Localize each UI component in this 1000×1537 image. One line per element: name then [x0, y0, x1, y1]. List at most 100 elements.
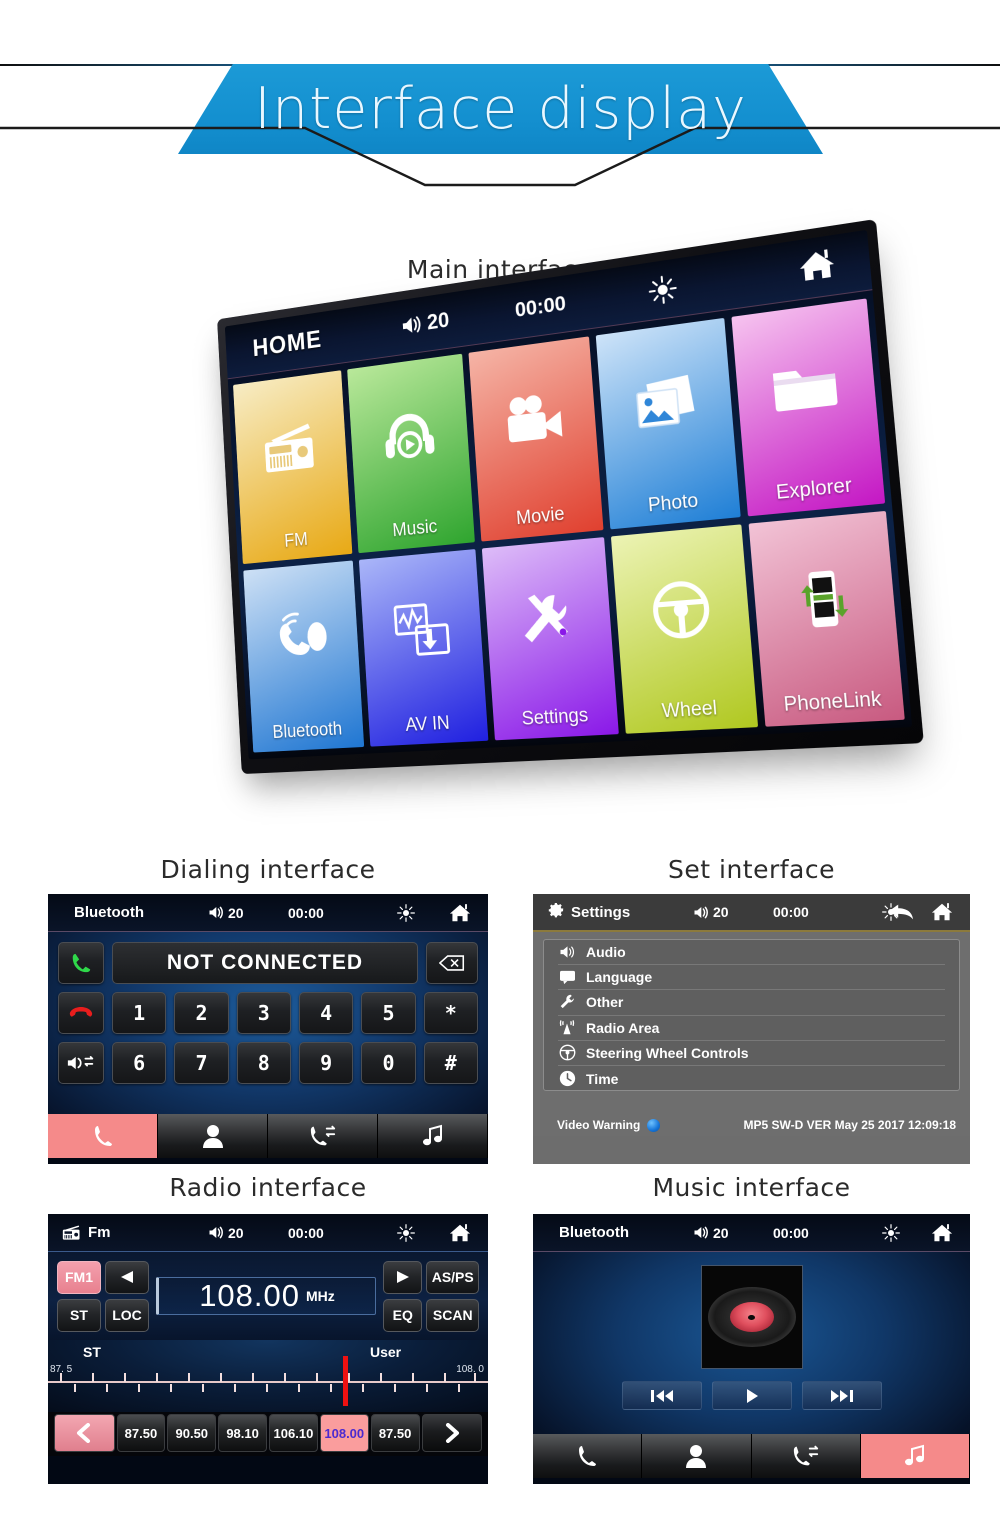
radio-loc-button[interactable]: LOC [105, 1298, 149, 1332]
home-icon[interactable] [930, 1222, 954, 1244]
tile-music[interactable]: Music [347, 353, 475, 553]
nav-contacts[interactable] [158, 1114, 268, 1158]
answer-call-icon[interactable] [58, 942, 104, 984]
dial-key[interactable]: 9 [298, 1042, 354, 1084]
settings-item-radio-area[interactable]: Radio Area [558, 1016, 945, 1041]
settings-interface-panel: Settings 20 00:00 Audio Language Other R… [533, 894, 970, 1164]
dialing-volume-indicator[interactable]: 20 [208, 905, 244, 921]
next-track-icon[interactable] [801, 1381, 882, 1410]
tile-phonelink[interactable]: PhoneLink [748, 510, 905, 727]
radio-preset-button[interactable]: 87.50 [116, 1414, 166, 1452]
banner-title: Interface display [254, 76, 747, 142]
settings-item-steering-wheel-controls[interactable]: Steering Wheel Controls [558, 1041, 945, 1066]
audio-transfer-icon[interactable] [58, 1042, 104, 1084]
dial-key[interactable]: 2 [174, 992, 229, 1034]
firmware-version: MP5 SW-D VER May 25 2017 12:09:18 [743, 1118, 956, 1132]
home-icon[interactable] [448, 1222, 472, 1244]
back-arrow-icon[interactable] [888, 902, 914, 922]
settings-item-audio[interactable]: Audio [558, 940, 945, 966]
radio-scan-button[interactable]: SCAN [426, 1298, 479, 1332]
radio-preset-button[interactable]: 90.50 [167, 1414, 217, 1452]
dial-key[interactable]: 6 [112, 1042, 167, 1084]
tile-label: Wheel [661, 697, 718, 723]
radio-tune-down-button[interactable] [105, 1260, 149, 1294]
page-banner: Interface display [0, 0, 1000, 200]
dial-key[interactable]: 4 [298, 992, 354, 1034]
nav-dialpad[interactable] [48, 1114, 158, 1158]
home-icon[interactable] [448, 902, 472, 924]
brightness-icon[interactable] [881, 1223, 901, 1243]
radio-preset-button[interactable]: 87.50 [370, 1414, 420, 1452]
settings-item-other[interactable]: Other [558, 990, 945, 1016]
camcorder-icon [470, 363, 599, 477]
radio-preset-bar: 87.50 90.50 98.10 106.10 108.00 87.50 [48, 1412, 488, 1456]
dialing-interface-panel: Bluetooth 20 00:00 NOT CONNECTED 1 2 3 4… [48, 894, 488, 1164]
radio-st-button[interactable]: ST [57, 1298, 101, 1332]
radio-frequency-scale[interactable]: ST User 87. 5 108. 0 [48, 1340, 488, 1412]
radio-preset-prev-button[interactable] [54, 1414, 115, 1452]
radio-stereo-indicator: ST [83, 1344, 101, 1360]
dial-key[interactable]: 0 [361, 1042, 416, 1084]
radio-tuning-cursor[interactable] [342, 1356, 348, 1406]
main-volume-indicator[interactable]: 20 [400, 307, 450, 339]
nav-dialpad[interactable] [533, 1434, 643, 1478]
settings-item-time[interactable]: Time [558, 1066, 945, 1091]
dialing-number-display[interactable]: NOT CONNECTED [112, 942, 418, 984]
radio-eq-button[interactable]: EQ [383, 1298, 423, 1332]
tile-label: Settings [521, 704, 589, 730]
radio-tune-up-button[interactable] [383, 1260, 423, 1294]
settings-volume-indicator[interactable]: 20 [693, 904, 729, 920]
nav-call-history[interactable] [268, 1114, 378, 1158]
nav-music[interactable] [378, 1114, 488, 1158]
tile-wheel[interactable]: Wheel [611, 523, 758, 734]
music-topbar: Bluetooth 20 00:00 [533, 1214, 970, 1252]
brightness-icon[interactable] [647, 273, 679, 307]
tile-label: AV IN [404, 712, 451, 736]
brightness-icon[interactable] [396, 1223, 416, 1243]
music-volume-indicator[interactable]: 20 [693, 1225, 729, 1241]
prev-track-icon[interactable] [621, 1381, 702, 1410]
radio-band-button[interactable]: FM1 [57, 1260, 101, 1294]
radio-preset-button-selected[interactable]: 108.00 [319, 1414, 369, 1452]
dial-key[interactable]: 5 [361, 992, 416, 1034]
nav-contacts[interactable] [642, 1434, 752, 1478]
speaker-icon [558, 945, 576, 959]
dial-key[interactable]: 8 [236, 1042, 291, 1084]
settings-item-language[interactable]: Language [558, 965, 945, 991]
home-icon[interactable] [795, 245, 838, 286]
radio-asps-button[interactable]: AS/PS [426, 1260, 479, 1294]
dialing-topbar: Bluetooth 20 00:00 [48, 894, 488, 932]
radio-left-controls: FM1 ST LOC [57, 1260, 149, 1332]
home-icon[interactable] [930, 901, 954, 923]
dial-key[interactable]: 1 [112, 992, 167, 1034]
tile-settings[interactable]: Settings [481, 536, 620, 741]
bt-phone-icon [245, 586, 361, 690]
radio-preset-button[interactable]: 98.10 [218, 1414, 268, 1452]
tile-fm[interactable]: FM [233, 370, 353, 564]
video-warning-toggle-icon[interactable] [647, 1118, 661, 1132]
radio-volume-indicator[interactable]: 20 [208, 1225, 244, 1241]
play-icon[interactable] [711, 1381, 792, 1410]
video-warning-label: Video Warning [557, 1118, 641, 1132]
dial-key[interactable]: # [423, 1042, 478, 1084]
radio-preset-button[interactable]: 106.10 [269, 1414, 318, 1452]
nav-call-history[interactable] [751, 1434, 861, 1478]
tile-avin[interactable]: AV IN [359, 548, 489, 747]
video-warning-group[interactable]: Video Warning [557, 1118, 661, 1132]
tile-explorer[interactable]: Explorer [731, 298, 886, 516]
tile-photo[interactable]: Photo [595, 317, 741, 529]
dial-key[interactable]: 3 [236, 992, 291, 1034]
nav-music[interactable] [860, 1434, 970, 1478]
tile-movie[interactable]: Movie [468, 336, 604, 542]
end-call-icon[interactable] [58, 992, 104, 1034]
tile-bluetooth[interactable]: Bluetooth [243, 559, 365, 753]
backspace-icon[interactable] [426, 942, 478, 984]
caption-set-interface: Set interface [668, 855, 835, 884]
dial-key[interactable]: * [423, 992, 478, 1034]
music-clock: 00:00 [773, 1224, 809, 1241]
head-unit-device: HOME 20 00:00 FM Music Movie Photo Explo… [217, 218, 924, 775]
tile-label: Movie [515, 503, 566, 529]
radio-preset-next-button[interactable] [421, 1414, 483, 1452]
dial-key[interactable]: 7 [174, 1042, 229, 1084]
brightness-icon[interactable] [396, 903, 416, 923]
